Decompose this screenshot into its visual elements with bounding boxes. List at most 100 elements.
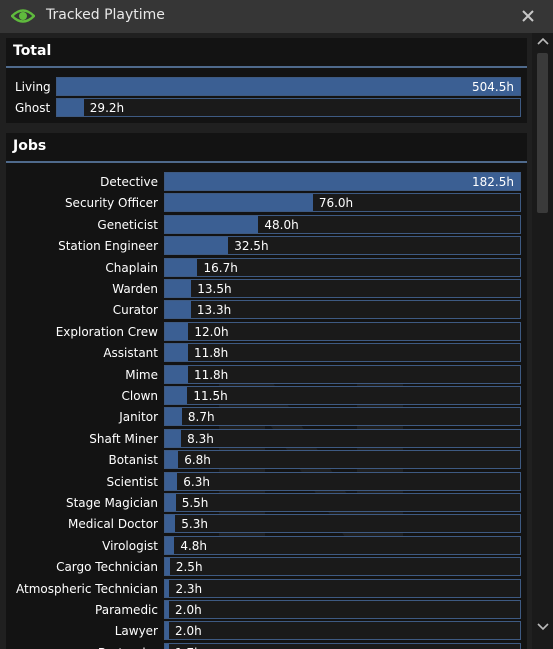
jobs-section: Jobs Detective 182.5h Security Officer 76.0… [6, 133, 527, 649]
playtime-row: Station Engineer 32.5h [6, 236, 527, 257]
row-label: Cargo Technician [56, 560, 158, 575]
bar-value: 13.5h [197, 282, 232, 296]
bar-value: 2.5h [175, 560, 203, 575]
playtime-bar: 2.5h [164, 557, 521, 577]
bar-fill [165, 536, 175, 554]
row-label: Detective [100, 175, 158, 189]
row-label: Scientist [106, 474, 158, 489]
bar-fill [165, 494, 176, 511]
bar-value: 76.0h [318, 196, 354, 211]
playtime-bar: 8.3h [164, 428, 521, 448]
bar-value: 504.5h [472, 80, 514, 94]
row-label: Ghost [15, 101, 51, 115]
playtime-row: Virologist 4.8h [6, 535, 527, 557]
row-label: Virologist [102, 538, 158, 553]
bar-value: 6.8h [184, 453, 211, 468]
bar-value: 11.8h [193, 346, 229, 361]
bar-fill [165, 429, 182, 447]
row-label: Lawyer [114, 624, 158, 639]
playtime-bar: 32.5h [164, 236, 521, 256]
bar-fill [57, 99, 84, 116]
playtime-bar: 76.0h [164, 193, 521, 213]
section-header: Jobs [6, 133, 527, 163]
scroll-up-icon[interactable] [535, 37, 550, 49]
bar-value: 11.8h [193, 367, 229, 382]
playtime-row: Mime 11.8h [6, 364, 527, 386]
playtime-bar: 5.5h [164, 493, 521, 512]
bar-fill [165, 322, 189, 340]
playtime-bar: 4.8h [164, 535, 521, 555]
row-label: Assistant [103, 346, 158, 361]
playtime-row: Clown 11.5h [6, 386, 527, 407]
playtime-row: Living 504.5h [6, 77, 527, 98]
row-label: Atmospheric Technician [16, 581, 158, 596]
playtime-row: Paramedic 2.0h [6, 600, 527, 621]
row-label: Mime [125, 367, 158, 382]
row-label: Chaplain [105, 260, 158, 275]
bar-value: 2.0h [175, 603, 202, 617]
bar-value: 32.5h [234, 239, 269, 254]
scroll-down-icon[interactable] [535, 623, 550, 635]
title-bar: Tracked Playtime [0, 0, 553, 33]
bar-fill [165, 258, 198, 276]
playtime-bar: 12.0h [164, 321, 521, 341]
jobs-title: Jobs [13, 138, 47, 154]
row-label: Curator [112, 303, 158, 318]
scroll-thumb[interactable] [537, 53, 548, 213]
bar-value: 2.0h [175, 624, 202, 639]
row-label: Station Engineer [58, 239, 158, 254]
bar-value: 8.3h [187, 431, 214, 446]
bar-fill [165, 451, 179, 469]
bar-value: 29.2h [89, 101, 125, 115]
row-label: Paramedic [95, 603, 158, 617]
bar-value: 48.0h [264, 217, 299, 232]
bar-fill [165, 601, 169, 618]
bar-value: 13.3h [196, 303, 232, 318]
bar-fill [165, 622, 169, 640]
eye-icon [11, 9, 35, 23]
playtime-row: Curator 13.3h [6, 300, 527, 321]
row-label: Medical Doctor [68, 517, 158, 532]
bar-fill [165, 173, 520, 190]
playtime-bar: 11.8h [164, 364, 521, 384]
bar-value: 16.7h [203, 260, 238, 275]
playtime-bar: 29.2h [56, 98, 521, 117]
playtime-row: Medical Doctor 5.3h [6, 514, 527, 535]
window-title: Tracked Playtime [46, 7, 165, 23]
playtime-row: Janitor 8.7h [6, 407, 527, 428]
playtime-bar: 13.5h [164, 279, 521, 298]
playtime-bar: 13.3h [164, 300, 521, 320]
playtime-row: Warden 13.5h [6, 279, 527, 300]
playtime-row: Ghost 29.2h [6, 98, 527, 119]
playtime-row: Geneticist 48.0h [6, 214, 527, 236]
row-label: Clown [121, 389, 158, 403]
bar-fill [165, 515, 176, 533]
playtime-row: Chaplain 16.7h [6, 257, 527, 279]
row-label: Living [15, 80, 51, 94]
section-header: Total [6, 38, 527, 68]
playtime-bar: 8.7h [164, 407, 521, 427]
row-label: Exploration Crew [55, 324, 158, 339]
row-label: Botanist [108, 453, 158, 468]
playtime-row: Stage Magician 5.5h [6, 493, 527, 514]
bar-fill [165, 558, 170, 576]
playtime-bar: 504.5h [56, 77, 521, 96]
scrollbar[interactable] [532, 33, 553, 649]
bar-fill [165, 280, 192, 297]
row-label: Stage Magician [65, 496, 158, 510]
playtime-bar: 2.0h [164, 621, 521, 641]
row-label: Geneticist [97, 217, 158, 232]
row-label: Security Officer [64, 196, 158, 211]
playtime-row: Shaft Miner 8.3h [6, 428, 527, 450]
playtime-row: Botanist 6.8h [6, 450, 527, 471]
playtime-bar: 182.5h [164, 172, 521, 191]
bar-value: 5.5h [181, 496, 209, 510]
close-button[interactable] [518, 6, 538, 26]
playtime-bar: 16.7h [164, 257, 521, 277]
bar-fill [165, 579, 170, 597]
bar-fill [165, 472, 178, 490]
bar-value: 6.3h [183, 474, 210, 489]
bar-value: 11.5h [193, 389, 228, 403]
bar-value: 5.3h [181, 517, 208, 532]
playtime-bar: 6.3h [164, 471, 521, 491]
